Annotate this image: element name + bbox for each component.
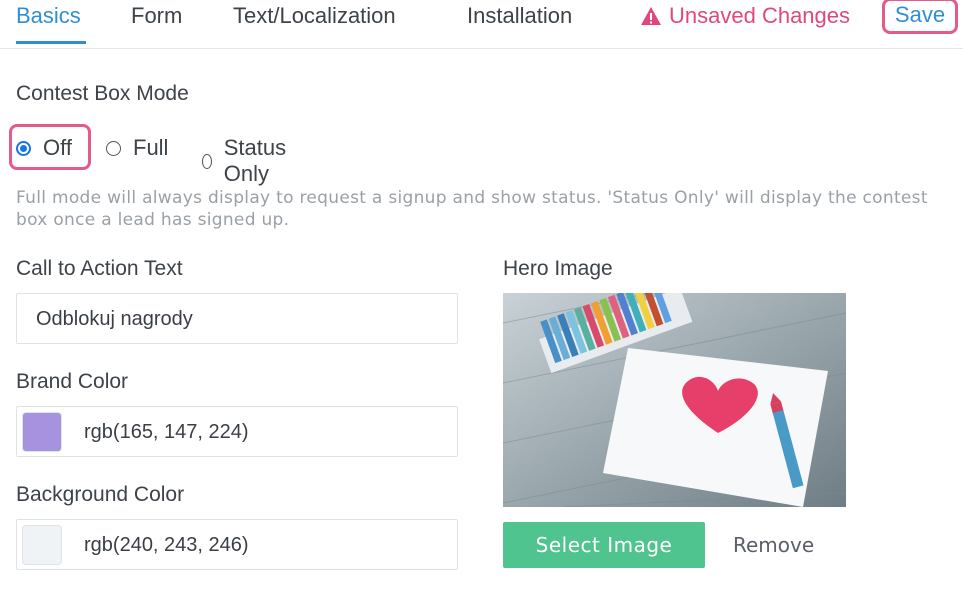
contest-box-mode-label: Contest Box Mode xyxy=(16,82,189,105)
tab-installation[interactable]: Installation xyxy=(467,3,572,29)
radio-circle[interactable] xyxy=(106,140,121,156)
tab-basics[interactable]: Basics xyxy=(16,3,81,29)
tab-bar: Basics Form Text/Localization Installati… xyxy=(0,0,963,49)
radio-off[interactable]: Off xyxy=(16,135,72,161)
brand-color-value: rgb(165, 147, 224) xyxy=(84,421,249,443)
warning-icon xyxy=(641,7,661,25)
radio-full-label: Full xyxy=(133,135,169,160)
radio-status-only[interactable]: Status Only xyxy=(202,135,291,187)
radio-off-label: Off xyxy=(43,135,72,160)
tab-text-localization[interactable]: Text/Localization xyxy=(233,3,396,29)
brand-color-label: Brand Color xyxy=(16,370,129,393)
radio-circle[interactable] xyxy=(202,153,212,169)
background-color-swatch[interactable] xyxy=(22,525,62,565)
background-color-label: Background Color xyxy=(16,483,185,506)
background-color-value: rgb(240, 243, 246) xyxy=(84,534,249,556)
brand-color-swatch[interactable] xyxy=(22,412,62,452)
unsaved-changes-indicator: Unsaved Changes xyxy=(640,3,850,29)
background-color-input[interactable]: rgb(240, 243, 246) xyxy=(16,519,458,570)
hero-image xyxy=(503,293,846,507)
save-button[interactable]: Save xyxy=(882,0,958,34)
cta-input[interactable]: Odblokuj nagrody xyxy=(16,293,458,344)
brand-color-input[interactable]: rgb(165, 147, 224) xyxy=(16,406,458,457)
active-tab-indicator xyxy=(16,41,86,44)
unsaved-changes-label: Unsaved Changes xyxy=(669,3,851,28)
contest-box-help-text: Full mode will always display to request… xyxy=(16,188,928,230)
select-image-button[interactable]: Select Image xyxy=(503,522,705,568)
remove-image-button[interactable]: Remove xyxy=(733,533,814,557)
tab-form[interactable]: Form xyxy=(131,3,182,29)
hero-image-label: Hero Image xyxy=(503,257,613,280)
cta-input-value: Odblokuj nagrody xyxy=(36,308,193,330)
radio-status-only-label: Status Only xyxy=(223,135,287,186)
radio-circle-checked[interactable] xyxy=(16,140,31,156)
radio-full[interactable]: Full xyxy=(106,135,168,161)
hero-image-preview xyxy=(503,293,846,507)
cta-label: Call to Action Text xyxy=(16,257,183,280)
